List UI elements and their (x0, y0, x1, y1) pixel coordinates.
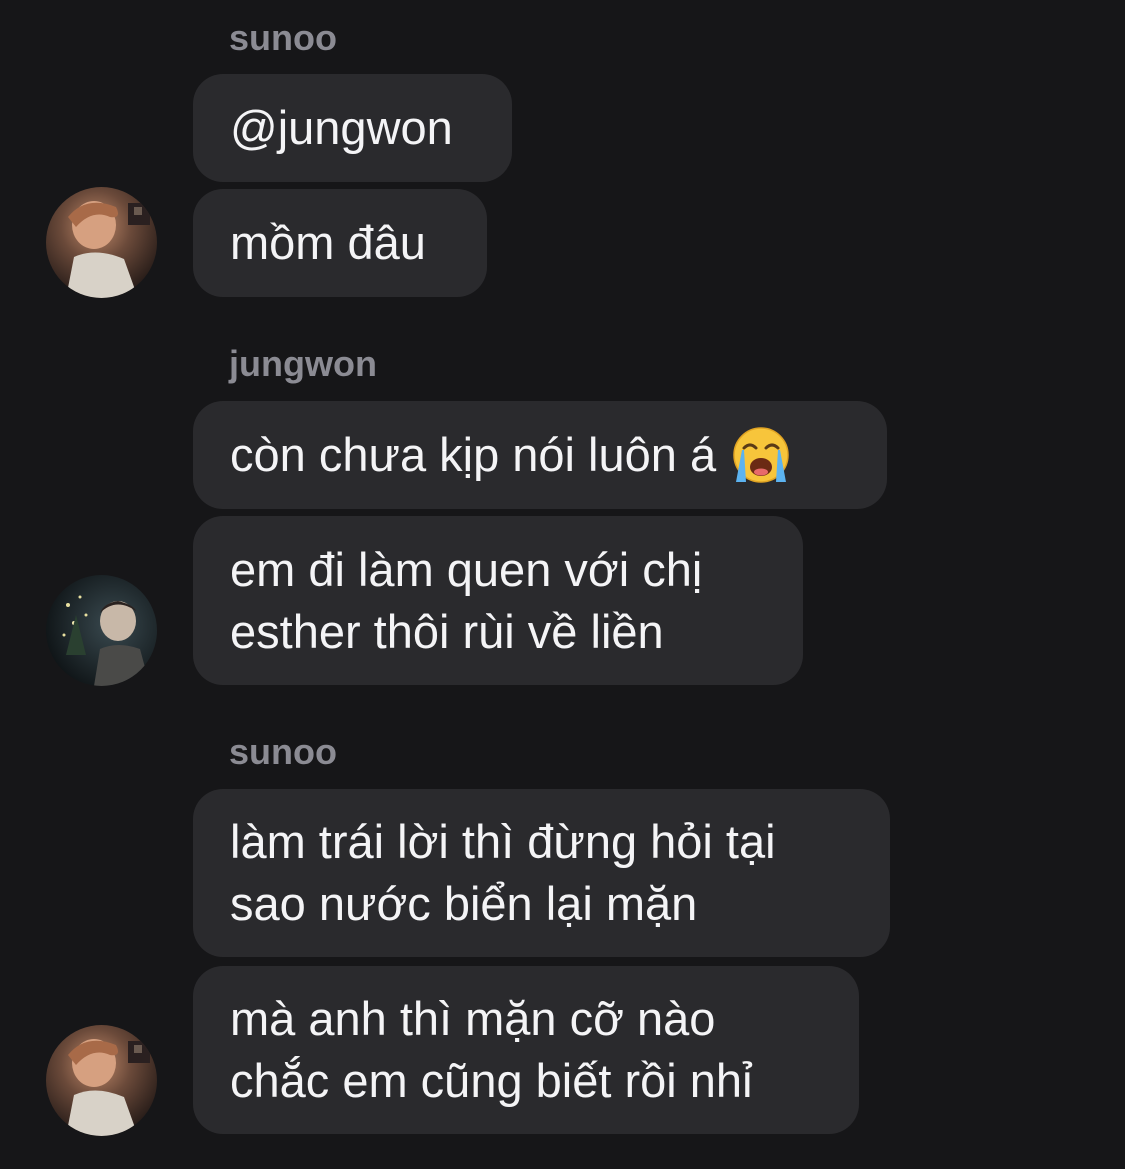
message-bubble[interactable]: làm trái lời thì đừng hỏi tại sao nước b… (193, 789, 890, 957)
sender-name: sunoo (229, 731, 337, 772)
profile-photo-icon (46, 575, 157, 686)
message-text: mồm đâu (230, 216, 426, 269)
message-text: em đi làm quen với chị esther thôi rùi v… (230, 542, 703, 658)
message-bubble[interactable]: mà anh thì mặn cỡ nào chắc em cũng biết … (193, 966, 859, 1134)
profile-photo-icon (46, 1025, 157, 1136)
message-bubble[interactable]: @jungwon (193, 74, 512, 182)
avatar[interactable] (46, 575, 157, 686)
sender-name: sunoo (229, 17, 337, 58)
avatar[interactable] (46, 187, 157, 298)
message-text: mà anh thì mặn cỡ nào chắc em cũng biết … (230, 992, 753, 1107)
message-text: làm trái lời thì đừng hỏi tại sao nước b… (230, 815, 776, 930)
message-text: còn chưa kịp nói luôn á (230, 428, 717, 481)
profile-photo-icon (46, 187, 157, 298)
avatar[interactable] (46, 1025, 157, 1136)
message-bubble[interactable]: mồm đâu (193, 189, 487, 297)
message-bubble[interactable]: còn chưa kịp nói luôn á (193, 401, 887, 509)
loudly-crying-face-icon (733, 427, 789, 483)
sender-name: jungwon (229, 343, 377, 384)
message-text: @jungwon (230, 101, 453, 154)
message-bubble[interactable]: em đi làm quen với chị esther thôi rùi v… (193, 516, 803, 685)
